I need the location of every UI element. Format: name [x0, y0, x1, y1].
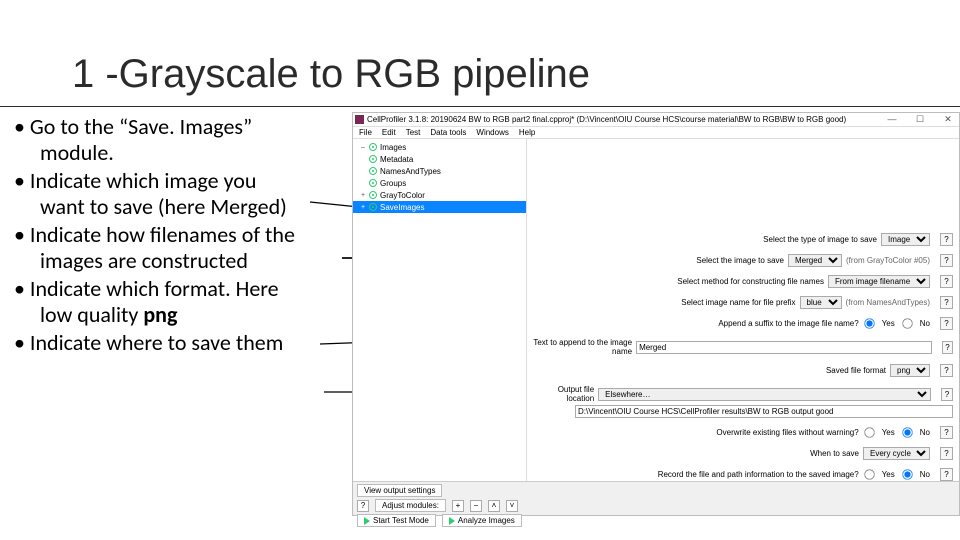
menu-windows[interactable]: Windows: [476, 128, 508, 137]
eye-icon: [369, 203, 377, 211]
bottom-toolbar: View output settings ? Adjust modules: +…: [353, 481, 959, 515]
pipe-metadata[interactable]: Metadata: [353, 153, 526, 165]
close-button[interactable]: ✕: [939, 114, 957, 125]
pipeline-panel: –Images Metadata NamesAndTypes Groups +G…: [353, 139, 527, 481]
help-button[interactable]: ?: [940, 426, 953, 439]
sel-prefix[interactable]: blue: [800, 296, 842, 309]
sel-loc[interactable]: Elsewhere…: [598, 388, 931, 401]
move-up-button[interactable]: ˄: [488, 500, 500, 512]
start-test-button[interactable]: Start Test Mode: [357, 514, 436, 527]
record-yes[interactable]: [864, 469, 874, 479]
eye-icon: [369, 191, 377, 199]
adjust-label: Adjust modules:: [375, 499, 446, 512]
menu-edit[interactable]: Edit: [382, 128, 396, 137]
menu-test[interactable]: Test: [406, 128, 421, 137]
remove-module-button[interactable]: −: [470, 500, 482, 512]
help-button[interactable]: ?: [940, 468, 953, 481]
input-locpath[interactable]: [575, 405, 953, 418]
menu-file[interactable]: File: [359, 128, 372, 137]
settings-panel: Select the type of image to save Image? S…: [527, 139, 959, 481]
bullet-3: • Indicate how filenames of theimages ar…: [14, 222, 354, 274]
lbl-method: Select method for constructing file name…: [677, 277, 824, 286]
cellprofiler-window: CellProfiler 3.1.8: 20190624 BW to RGB p…: [352, 112, 960, 516]
play-icon: [449, 517, 455, 525]
bullets: • Go to the “Save. Images”module. • Indi…: [14, 114, 354, 358]
menu-datatools[interactable]: Data tools: [430, 128, 466, 137]
move-down-button[interactable]: ˅: [506, 500, 518, 512]
eye-icon: [369, 143, 377, 151]
record-no[interactable]: [902, 469, 912, 479]
sel-img[interactable]: Merged: [788, 254, 842, 267]
minimize-button[interactable]: —: [883, 114, 901, 125]
menu-bar: File Edit Test Data tools Windows Help: [353, 127, 959, 139]
pipe-saveimages[interactable]: +SaveImages: [353, 201, 526, 213]
sel-method[interactable]: From image filename: [828, 275, 930, 288]
sel-when[interactable]: Every cycle: [863, 447, 930, 460]
over-yes[interactable]: [864, 427, 874, 437]
lbl-over: Overwrite existing files without warning…: [716, 428, 858, 437]
lbl-when: When to save: [810, 449, 859, 458]
bullet-2: • Indicate which image youwant to save (…: [14, 168, 354, 220]
help-button[interactable]: ?: [942, 341, 953, 354]
bullet-4: • Indicate which format. Herelow quality…: [14, 276, 354, 328]
help-button[interactable]: ?: [357, 500, 369, 512]
lbl-suffix: Append a suffix to the image file name?: [718, 319, 858, 328]
lbl-record: Record the file and path information to …: [658, 470, 859, 479]
lbl-type: Select the type of image to save: [763, 235, 877, 244]
menu-help[interactable]: Help: [519, 128, 535, 137]
lbl-prefix: Select image name for file prefix: [681, 298, 795, 307]
eye-icon: [369, 167, 377, 175]
window-title: CellProfiler 3.1.8: 20190624 BW to RGB p…: [367, 115, 846, 124]
bullet-1: • Go to the “Save. Images”module.: [14, 114, 354, 166]
help-button[interactable]: ?: [940, 447, 953, 460]
maximize-button[interactable]: ☐: [911, 114, 929, 125]
analyze-button[interactable]: Analyze Images: [442, 514, 522, 527]
help-button[interactable]: ?: [940, 275, 953, 288]
lbl-suffixtext: Text to append to the image name: [533, 338, 632, 356]
view-output-button[interactable]: View output settings: [357, 484, 442, 497]
suffix-no[interactable]: [902, 318, 912, 328]
eye-icon: [369, 155, 377, 163]
input-suffixtext[interactable]: [636, 341, 932, 354]
help-button[interactable]: ?: [940, 317, 953, 330]
play-icon: [364, 517, 370, 525]
lbl-format: Saved file format: [826, 366, 886, 375]
eye-icon: [369, 179, 377, 187]
bullet-5: • Indicate where to save them: [14, 330, 354, 356]
help-button[interactable]: ?: [940, 233, 953, 246]
slide-title: 1 -Grayscale to RGB pipeline: [72, 52, 590, 97]
help-button[interactable]: ?: [940, 364, 953, 377]
add-module-button[interactable]: +: [452, 500, 464, 512]
title-underline: [0, 106, 960, 107]
pipe-groups[interactable]: Groups: [353, 177, 526, 189]
app-icon: [355, 115, 364, 124]
sel-format[interactable]: png: [890, 364, 930, 377]
help-button[interactable]: ?: [941, 388, 953, 401]
lbl-img: Select the image to save: [696, 256, 784, 265]
sel-type[interactable]: Image: [881, 233, 930, 246]
over-no[interactable]: [902, 427, 912, 437]
titlebar: CellProfiler 3.1.8: 20190624 BW to RGB p…: [353, 113, 959, 127]
lbl-loc: Output file location: [533, 385, 594, 403]
pipe-namesandtypes[interactable]: NamesAndTypes: [353, 165, 526, 177]
pipe-images[interactable]: –Images: [353, 141, 526, 153]
suffix-yes[interactable]: [864, 318, 874, 328]
help-button[interactable]: ?: [940, 296, 953, 309]
help-button[interactable]: ?: [940, 254, 953, 267]
pipe-graytocolor[interactable]: +GrayToColor: [353, 189, 526, 201]
